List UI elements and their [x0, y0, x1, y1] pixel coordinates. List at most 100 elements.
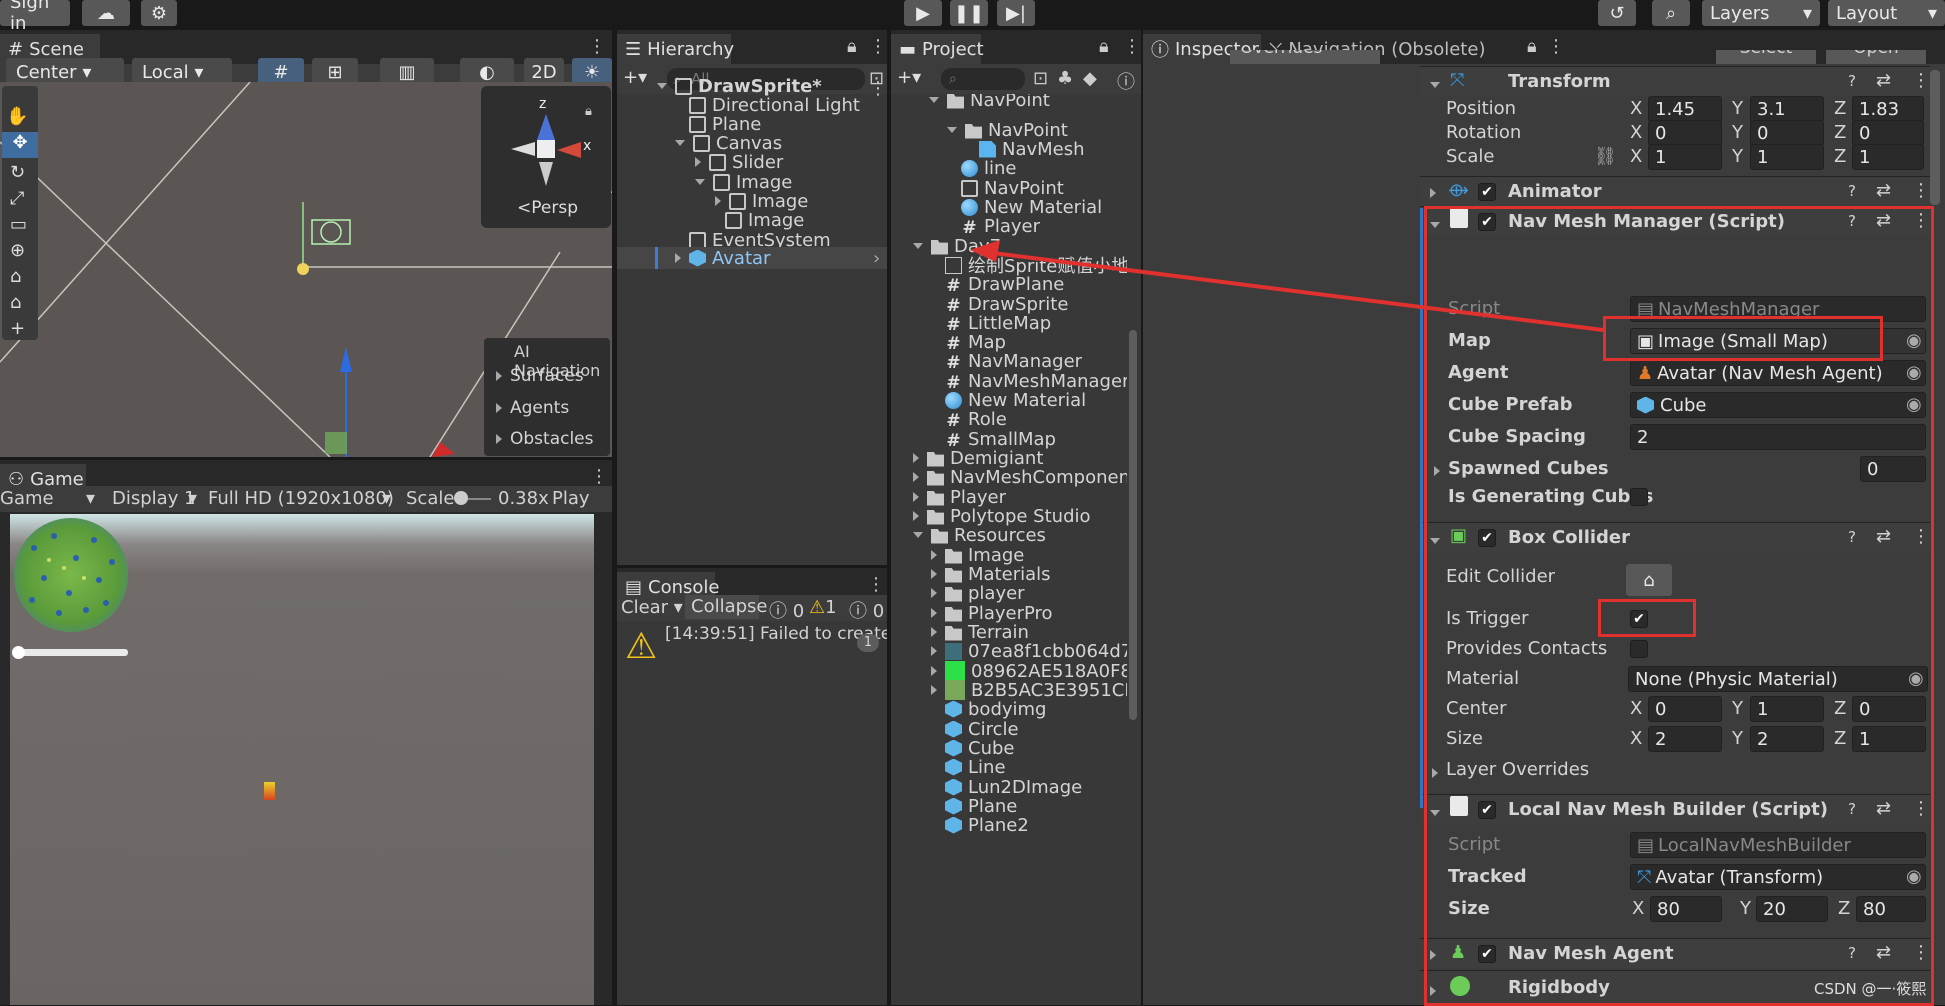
- help-icon[interactable]: ?: [1848, 182, 1856, 200]
- scene-view[interactable]: ✋ ✥ ↻ ⤢ ▭ ⊕ ⌂ ⌂ + z x 🔒︎ <Persp AI Navig…: [0, 82, 612, 457]
- component-menu-icon[interactable]: ⋮: [1912, 180, 1930, 201]
- custom-tool-icon[interactable]: ⌂: [10, 266, 21, 287]
- cloud-icon[interactable]: ☁: [82, 0, 130, 26]
- label-icon[interactable]: ◆: [1083, 68, 1097, 89]
- game-view[interactable]: [0, 512, 612, 1005]
- collab-icon[interactable]: ⚙: [141, 0, 177, 26]
- filter-type-icon[interactable]: ♣: [1057, 68, 1073, 89]
- add-icon[interactable]: +: [10, 318, 25, 339]
- inspector-scrollbar[interactable]: [1930, 70, 1940, 205]
- rotation-y-field[interactable]: 0: [1750, 120, 1824, 146]
- rotate-icon[interactable]: ↻: [10, 162, 25, 183]
- lock-icon[interactable]: 🔒︎: [1527, 36, 1537, 57]
- info-count[interactable]: ⓘ 0: [769, 597, 804, 623]
- game-slider-handle[interactable]: [12, 646, 25, 659]
- select-button[interactable]: Select: [1716, 50, 1816, 64]
- chevron-right-icon[interactable]: ›: [873, 248, 880, 269]
- error-count[interactable]: ⓘ 0: [849, 597, 884, 623]
- more-icon[interactable]: ⋮: [867, 574, 885, 595]
- ai-nav-agents[interactable]: Agents: [496, 396, 569, 420]
- list-icon: ☰: [625, 38, 642, 60]
- resolution-dropdown[interactable]: Full HD (1920x1080) ▾: [208, 488, 398, 509]
- history-icon[interactable]: ↺: [1598, 0, 1636, 26]
- rotation-z-field[interactable]: 0: [1852, 120, 1924, 146]
- search-icon: ⌕: [949, 71, 957, 87]
- add-icon[interactable]: +▾: [623, 67, 647, 88]
- open-button[interactable]: Open: [1826, 50, 1926, 64]
- console-message[interactable]: [14:39:51] Failed to create agen: [665, 624, 887, 644]
- rotation-x-field[interactable]: 0: [1648, 120, 1722, 146]
- hierarchy-item-avatar[interactable]: Avatar: [675, 246, 770, 270]
- tab-hierarchy[interactable]: ☰ Hierarchy: [617, 34, 734, 64]
- move-icon[interactable]: ✥: [2, 132, 38, 158]
- scale-slider-handle[interactable]: [454, 491, 468, 505]
- lock-icon[interactable]: 🔒︎: [585, 104, 592, 119]
- project-scrollbar[interactable]: [1129, 330, 1137, 720]
- folder-icon: [945, 568, 962, 583]
- preset-icon[interactable]: ⇄: [1876, 180, 1891, 201]
- more-icon[interactable]: ⋮: [588, 36, 606, 57]
- play-button[interactable]: ▶: [904, 0, 942, 26]
- transform-icon: ⤧: [1450, 70, 1465, 91]
- overrides-label: Overrides: [1230, 50, 1380, 64]
- hand-icon[interactable]: ✋: [6, 106, 28, 127]
- more-icon[interactable]: ⋮: [1547, 36, 1565, 57]
- project-item[interactable]: Plane2: [945, 813, 1029, 837]
- collapse-button[interactable]: Collapse: [685, 595, 768, 619]
- add-icon[interactable]: +▾: [897, 67, 921, 88]
- clear-button[interactable]: Clear ▾: [621, 597, 683, 618]
- persp-label[interactable]: <Persp: [517, 198, 578, 218]
- position-y-field[interactable]: 3.1: [1750, 96, 1824, 122]
- warning-count[interactable]: ⚠1: [809, 597, 837, 618]
- position-x-field[interactable]: 1.45: [1648, 96, 1722, 122]
- tab-project[interactable]: ▬ Project: [891, 34, 984, 64]
- overrides-dropdown[interactable]: Overrides: [1230, 50, 1380, 64]
- layers-dropdown[interactable]: Layers ▾: [1702, 0, 1820, 26]
- transform-icon[interactable]: ⊕: [10, 240, 25, 261]
- lock-icon[interactable]: 🔒︎: [847, 36, 857, 57]
- animator-enabled-checkbox[interactable]: ✔: [1478, 183, 1496, 201]
- lock-icon[interactable]: 🔒︎: [1099, 36, 1109, 57]
- pause-button[interactable]: ❚❚: [950, 0, 988, 26]
- search-scope-icon[interactable]: ⊡: [1033, 68, 1048, 89]
- collapse-arrow-icon[interactable]: [1430, 72, 1448, 93]
- gameobject-icon: [693, 134, 710, 152]
- ai-nav-surfaces[interactable]: Surfaces: [496, 364, 584, 388]
- more-icon[interactable]: ⋮: [869, 78, 887, 99]
- hidden-packages-icon[interactable]: ⓘ: [1117, 68, 1135, 94]
- scale-x-field[interactable]: 1: [1648, 144, 1722, 170]
- axis-z-label: Z: [1834, 98, 1847, 119]
- search-icon[interactable]: ⌕: [1652, 0, 1690, 26]
- neg-y-cone: [539, 162, 553, 186]
- script-icon: #: [946, 314, 961, 335]
- collapse-arrow-icon: [675, 140, 685, 146]
- project-item[interactable]: NavPoint: [929, 94, 1050, 112]
- help-icon[interactable]: ?: [1848, 72, 1856, 90]
- axis-y-label: Y: [1732, 146, 1743, 167]
- custom-tool-2-icon[interactable]: ⌂: [10, 292, 21, 313]
- orientation-gizmo[interactable]: z x 🔒︎ <Persp: [481, 86, 611, 228]
- scale-y-field[interactable]: 1: [1750, 144, 1824, 170]
- sign-in-button[interactable]: Sign in: [0, 0, 70, 34]
- game-view-dropdown[interactable]: Game ▾: [0, 488, 100, 509]
- step-button[interactable]: ▶|: [997, 0, 1035, 26]
- expand-arrow-icon[interactable]: [1430, 182, 1444, 203]
- display-dropdown[interactable]: Display 1 ▾: [112, 488, 202, 509]
- rect-icon[interactable]: ▭: [10, 214, 27, 235]
- more-icon[interactable]: ⋮: [869, 36, 887, 57]
- link-icon[interactable]: ⛓: [1594, 146, 1617, 167]
- scale-icon[interactable]: ⤢: [10, 188, 24, 209]
- ai-nav-obstacles[interactable]: Obstacles: [496, 427, 594, 451]
- game-slider[interactable]: [14, 649, 128, 656]
- position-z-field[interactable]: 1.83: [1852, 96, 1924, 122]
- layout-dropdown[interactable]: Layout ▾: [1828, 0, 1945, 26]
- more-icon[interactable]: ⋮: [1123, 36, 1141, 57]
- expand-arrow-icon: [913, 453, 919, 463]
- scale-z-field[interactable]: 1: [1852, 144, 1924, 170]
- project-search-input[interactable]: ⌕: [941, 68, 1025, 90]
- prefab-icon: [945, 700, 962, 718]
- component-menu-icon[interactable]: ⋮: [1912, 70, 1930, 91]
- expand-arrow-icon: [931, 646, 937, 656]
- preset-icon[interactable]: ⇄: [1876, 70, 1891, 91]
- more-icon[interactable]: ⋮: [590, 466, 608, 487]
